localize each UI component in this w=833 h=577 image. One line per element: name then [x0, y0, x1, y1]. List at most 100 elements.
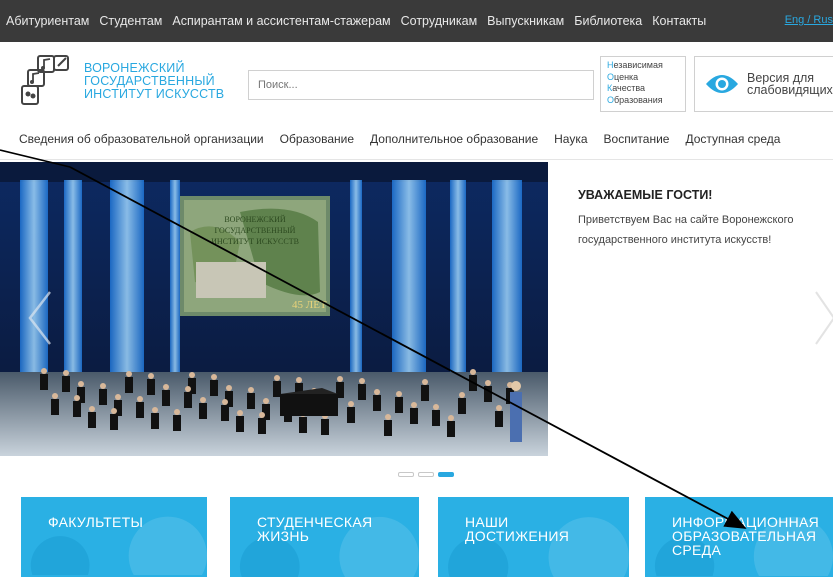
next-slide-button[interactable]: [810, 288, 833, 348]
musician: [125, 377, 133, 393]
nok-line: Образования: [607, 95, 679, 107]
logo-text-line: ГОСУДАРСТВЕННЫЙ: [84, 73, 215, 88]
musician-head: [448, 415, 454, 421]
site-logo[interactable]: ВОРОНЕЖСКИЙ ГОСУДАРСТВЕННЫЙ ИНСТИТУТ ИСКУС…: [20, 54, 224, 108]
slider-dots: [398, 472, 454, 477]
nok-line: Независимая: [607, 60, 679, 72]
stage-light: [492, 180, 522, 380]
feature-tile-label-line: СТУДЕНЧЕСКАЯ: [257, 514, 373, 530]
logo-icon: [21, 55, 69, 105]
musician-head: [74, 395, 80, 401]
musician-head: [126, 371, 132, 377]
stage-light: [350, 180, 362, 380]
musician: [410, 408, 418, 424]
top-nav-item[interactable]: Библиотека: [574, 14, 642, 28]
musician-head: [348, 401, 354, 407]
top-nav-item[interactable]: Сотрудникам: [401, 14, 478, 28]
musician-head: [89, 406, 95, 412]
main-menu-item[interactable]: Образование: [280, 132, 354, 146]
stage-light: [170, 180, 180, 380]
slide-caption: УВАЖАЕМЫЕ ГОСТИ! Приветствуем Вас на сай…: [578, 188, 828, 250]
musician: [421, 385, 429, 401]
top-nav-item[interactable]: Абитуриентам: [6, 14, 89, 28]
stage-light: [392, 180, 426, 380]
musician: [110, 414, 118, 430]
feature-tile[interactable]: СТУДЕНЧЕСКАЯ ЖИЗНЬ: [230, 497, 419, 577]
slider-dot[interactable]: [438, 472, 454, 477]
concert-photo: ВОРОНЕЖСКИЙ ГОСУДАРСТВЕННЫЙ ИНСТИТУТ ИСКУС…: [0, 162, 548, 456]
musician: [210, 380, 218, 396]
top-nav-item[interactable]: Студентам: [99, 14, 162, 28]
musician-head: [137, 396, 143, 402]
stage-light: [110, 180, 144, 380]
low-vision-label: Версия для слабовидящих: [747, 72, 833, 97]
musician-head: [470, 369, 476, 375]
musician-head: [163, 384, 169, 390]
nok-line: Качества: [607, 83, 679, 95]
musician-head: [100, 383, 106, 389]
musician: [162, 390, 170, 406]
nok-word: бразования: [614, 94, 663, 105]
feature-tile-label-line: СРЕДА: [672, 542, 722, 558]
feature-tile[interactable]: НАШИ ДОСТИЖЕНИЯ: [438, 497, 629, 577]
musician-head: [296, 377, 302, 383]
musician: [136, 402, 144, 418]
search-input[interactable]: [248, 70, 594, 100]
musician-head: [52, 393, 58, 399]
musician: [373, 395, 381, 411]
nok-line: Оценка: [607, 72, 679, 84]
main-menu-item[interactable]: Сведения об образовательной организации: [19, 132, 264, 146]
slider-dot[interactable]: [398, 472, 414, 477]
banner-text-line: ИНСТИТУТ ИСКУССТВ: [211, 237, 299, 246]
slide-image[interactable]: ВОРОНЕЖСКИЙ ГОСУДАРСТВЕННЫЙ ИНСТИТУТ ИСКУС…: [0, 162, 548, 456]
main-menu-item[interactable]: Воспитание: [604, 132, 670, 146]
musician-head: [359, 378, 365, 384]
musician-head: [259, 412, 265, 418]
musician: [273, 381, 281, 397]
prev-slide-button[interactable]: [26, 288, 54, 348]
musician-head: [148, 373, 154, 379]
nok-link[interactable]: Независимая Оценка Качества Образования: [600, 56, 686, 112]
feature-tile[interactable]: ИНФОРМАЦИОННАЯ ОБРАЗОВАТЕЛЬНАЯ СРЕДА: [645, 497, 833, 577]
tile-deco-shape: [30, 536, 90, 576]
musician: [395, 397, 403, 413]
musician: [147, 379, 155, 395]
top-nav-item[interactable]: Выпускникам: [487, 14, 564, 28]
musician: [40, 374, 48, 390]
main-menu: Сведения об образовательной организации О…: [0, 118, 833, 160]
logo-text-line: ИНСТИТУТ ИСКУССТВ: [84, 86, 225, 101]
stage-light: [450, 180, 466, 380]
main-menu-item[interactable]: Доступная среда: [685, 132, 780, 146]
musician: [447, 421, 455, 437]
musician: [88, 412, 96, 428]
stage-light: [64, 180, 82, 380]
musician-head: [222, 399, 228, 405]
feature-tile-label-line: ДОСТИЖЕНИЯ: [465, 528, 570, 544]
language-switch[interactable]: Eng / Rus: [785, 14, 833, 26]
musician: [184, 392, 192, 408]
musician: [432, 410, 440, 426]
musician: [458, 398, 466, 414]
feature-tile[interactable]: ФАКУЛЬТЕТЫ: [21, 497, 207, 577]
feature-tile-label: ФАКУЛЬТЕТЫ: [48, 515, 143, 529]
top-nav: Абитуриентам Студентам Аспирантам и ассист…: [6, 14, 706, 28]
main-menu-item[interactable]: Дополнительное образование: [370, 132, 538, 146]
musician: [484, 386, 492, 402]
chevron-left-icon: [28, 291, 51, 345]
main-menu-item[interactable]: Наука: [554, 132, 587, 146]
slider-dot[interactable]: [418, 472, 434, 477]
feature-tile-label: ИНФОРМАЦИОННАЯ ОБРАЗОВАТЕЛЬНАЯ СРЕДА: [672, 515, 819, 557]
musician: [469, 375, 477, 391]
musician-head: [226, 385, 232, 391]
musician: [173, 415, 181, 431]
low-vision-button[interactable]: Версия для слабовидящих: [694, 56, 833, 112]
top-nav-item[interactable]: Аспирантам и ассистентам-стажерам: [172, 14, 390, 28]
musician-head: [337, 376, 343, 382]
musician-head: [459, 392, 465, 398]
slide-heading: УВАЖАЕМЫЕ ГОСТИ!: [578, 188, 713, 202]
banner-years: 45 ЛЕТ: [292, 299, 327, 311]
feature-tile-label: СТУДЕНЧЕСКАЯ ЖИЗНЬ: [257, 515, 372, 543]
top-nav-item[interactable]: Контакты: [652, 14, 706, 28]
chevron-right-icon: [815, 291, 833, 345]
banner-text-line: ВОРОНЕЖСКИЙ: [224, 215, 286, 224]
